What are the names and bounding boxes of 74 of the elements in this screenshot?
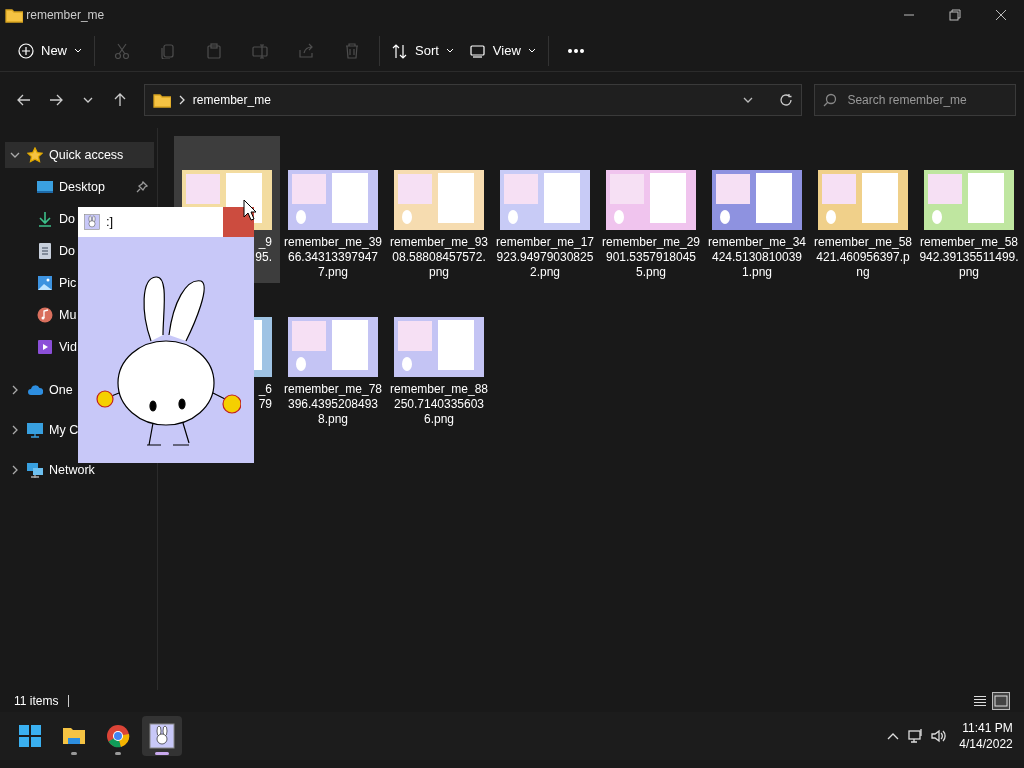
caret-icon [445, 47, 454, 54]
file-name: remember_me_34424.51308100391.png [707, 235, 807, 280]
file-item[interactable]: remember_me_34424.51308100391.png [704, 136, 810, 283]
file-name: remember_me_3966.343133979477.png [283, 235, 383, 280]
folder-icon [152, 92, 171, 108]
volume-icon[interactable] [930, 728, 947, 744]
file-item[interactable]: remember_me_17923.949790308252.png [492, 136, 598, 283]
bunny-icon [149, 723, 175, 749]
close-icon [995, 9, 1007, 21]
file-item[interactable]: remember_me_3966.343133979477.png [280, 136, 386, 283]
file-name: _6 [258, 382, 272, 397]
file-item[interactable]: remember_me_78396.43952084938.png [280, 283, 386, 430]
download-icon [37, 211, 53, 227]
new-button[interactable]: New [10, 34, 90, 67]
file-name: remember_me_9308.58808457572.png [389, 235, 489, 280]
file-name: _9 [258, 235, 272, 250]
chevron-icon [178, 95, 185, 105]
search-icon [823, 93, 838, 107]
item-count: 11 items [14, 693, 59, 710]
caret-icon [527, 47, 536, 54]
sidebar-item[interactable]: Quick access [5, 142, 154, 168]
sidebar-item[interactable]: One [5, 377, 73, 403]
sidebar-item[interactable]: Vid [5, 334, 77, 360]
file-name: remember_me_58421.460956397.png [813, 235, 913, 280]
network-icon[interactable] [907, 728, 924, 744]
file-item[interactable]: remember_me_58942.39135511499.png [916, 136, 1022, 283]
thumbnail-icon [994, 695, 1008, 707]
network-icon [27, 462, 43, 478]
caret-icon [74, 47, 82, 54]
sort-button[interactable]: Sort [384, 34, 462, 67]
file-name: 95. [255, 250, 272, 265]
document-icon [37, 243, 53, 259]
file-name: 79 [258, 397, 272, 412]
folder-icon [5, 7, 23, 23]
music-icon [37, 307, 53, 323]
file-item[interactable]: remember_me_29901.53579180455.png [598, 136, 704, 283]
search-field[interactable]: Search remember_me [814, 84, 1016, 116]
list-icon [972, 695, 987, 707]
cloud-icon [27, 382, 43, 398]
file-name: remember_me_17923.949790308252.png [495, 235, 595, 280]
address-bar[interactable]: remember_me [143, 84, 803, 116]
restore-icon [949, 9, 961, 21]
file-name: remember_me_78396.43952084938.png [283, 382, 383, 427]
sidebar-item[interactable]: Mu [5, 302, 77, 328]
dropdown-icon [743, 96, 754, 104]
thumbnails-view-button[interactable] [992, 692, 1010, 710]
picture-icon [37, 275, 53, 291]
video-icon [37, 339, 53, 355]
sidebar-item[interactable]: Do [5, 238, 75, 264]
desktop-icon [37, 179, 53, 195]
window-title: :] [106, 213, 114, 232]
monitor-icon [27, 422, 43, 438]
sidebar-item[interactable]: Pic [5, 270, 77, 296]
sidebar-item[interactable]: Do [5, 206, 75, 232]
sidebar-item[interactable]: Network [5, 457, 95, 483]
view-button[interactable]: View [461, 34, 544, 67]
file-item[interactable]: remember_me_58421.460956397.png [810, 136, 916, 283]
clock[interactable]: 11:41 PM 4/14/2022 [959, 720, 1013, 752]
sidebar-item[interactable]: My C [5, 417, 79, 443]
refresh-icon [779, 93, 794, 107]
bunny-taskbar-button[interactable] [142, 716, 182, 756]
start-icon [17, 723, 43, 749]
bunny-icon [84, 214, 100, 230]
file-name: remember_me_29901.53579180455.png [601, 235, 701, 280]
file-item[interactable]: remember_me_88250.71403356036.png [386, 283, 492, 430]
file-name: remember_me_58942.39135511499.png [919, 235, 1019, 280]
file-item[interactable]: remember_me_9308.58808457572.png [386, 136, 492, 283]
browser-icon [105, 723, 131, 749]
window-title: remember_me [26, 7, 106, 24]
sidebar-item[interactable]: Desktop [5, 174, 154, 200]
star-icon [27, 147, 43, 163]
minimize-icon [904, 14, 914, 16]
file-name: remember_me_88250.71403356036.png [389, 382, 489, 427]
mouse-cursor-icon [243, 199, 257, 221]
